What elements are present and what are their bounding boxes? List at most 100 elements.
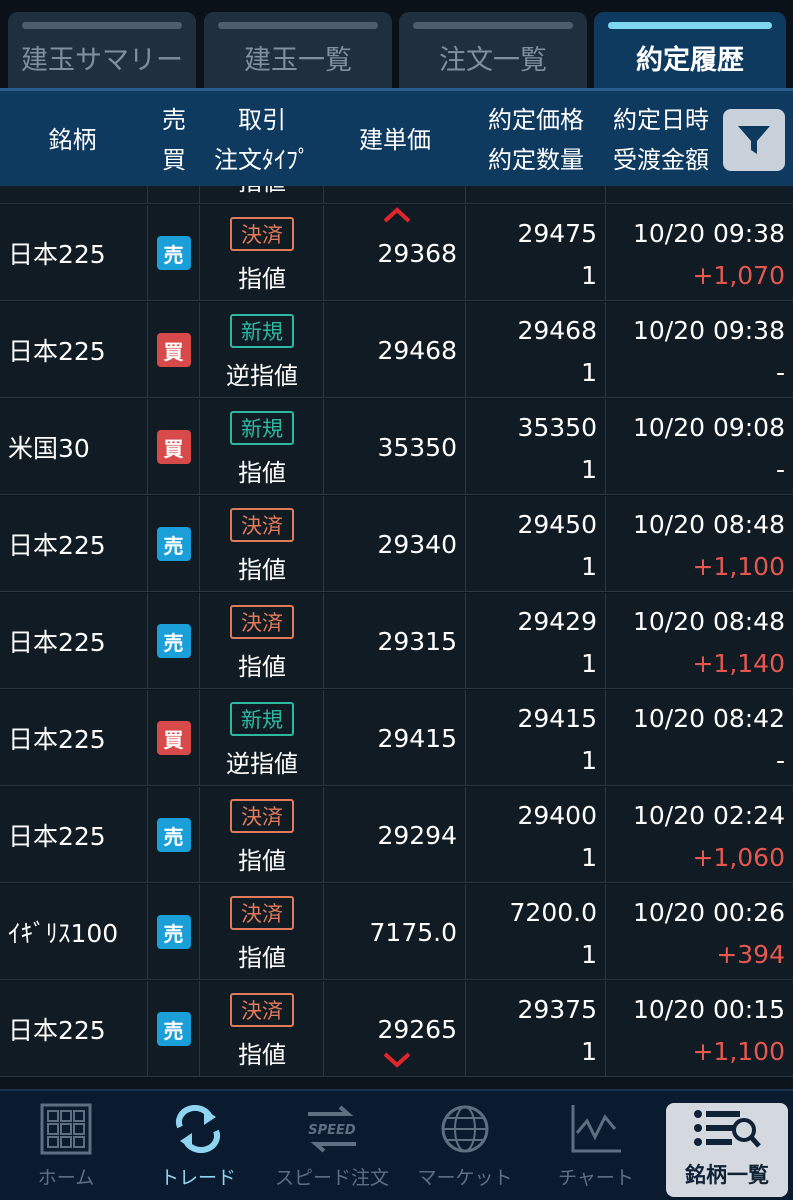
filter-button[interactable] bbox=[723, 109, 785, 171]
symbol-cell: 日本225 bbox=[0, 205, 148, 301]
nav-home[interactable]: ホーム bbox=[0, 1091, 132, 1200]
tab-grip bbox=[22, 22, 182, 29]
symbol-name: 米国30 bbox=[8, 434, 90, 463]
table-row[interactable]: 日本225 売決済 指値 29315 29429 1 10/20 08:48 +1,140 bbox=[0, 593, 793, 689]
side-cell: 売 bbox=[148, 205, 200, 301]
tab-grip bbox=[413, 22, 573, 29]
trade-kind-tag: 決済 bbox=[230, 508, 294, 542]
exec-qty: 1 bbox=[581, 455, 597, 484]
nav-chart[interactable]: チャート bbox=[530, 1091, 662, 1200]
nav-market[interactable]: マーケット bbox=[400, 1091, 530, 1200]
date-cell: 10/20 09:08 - bbox=[606, 399, 793, 495]
table-row[interactable]: ｲｷﾞﾘｽ100 売決済 指値 7175.0 7200.0 1 10/20 00:26 +39… bbox=[0, 884, 793, 980]
type-cell: 決済 指値 bbox=[200, 787, 324, 883]
type-cell: 決済 指値 bbox=[200, 593, 324, 689]
order-type: 逆指値 bbox=[226, 750, 298, 778]
side-badge: 売 bbox=[156, 1012, 191, 1046]
scroll-up-arrow-icon[interactable] bbox=[382, 206, 412, 224]
tab-label: 建玉一覧 bbox=[244, 44, 352, 76]
date-cell: 10/20 09:38 - bbox=[606, 302, 793, 398]
tab-label: 約定履歴 bbox=[636, 44, 744, 76]
exec-qty: 1 bbox=[581, 261, 597, 290]
header-symbol-label: 銘柄 bbox=[48, 126, 97, 154]
symbol-name: 日本225 bbox=[8, 822, 106, 851]
date-cell: 10/20 08:42 - bbox=[606, 690, 793, 786]
order-type: 指値 bbox=[200, 186, 324, 197]
type-cell: 新規 逆指値 bbox=[200, 302, 324, 398]
tab-position-summary[interactable]: 建玉サマリー bbox=[8, 12, 196, 88]
nav-symbol-list[interactable]: 銘柄一覧 bbox=[666, 1103, 788, 1197]
exec-datetime: 10/20 09:38 bbox=[632, 219, 785, 248]
symbol-cell: 日本225 bbox=[0, 787, 148, 883]
side-badge: 売 bbox=[156, 624, 191, 658]
exec-datetime: 10/20 00:15 bbox=[632, 995, 785, 1024]
side-badge: 買 bbox=[156, 430, 191, 464]
exec-qty: 1 bbox=[581, 940, 597, 969]
header-datetime: 約定日時 受渡金額 bbox=[606, 91, 716, 189]
nav-label: チャート bbox=[558, 1167, 634, 1189]
table-row[interactable]: 米国30 買新規 指値 35350 35350 1 10/20 09:08- bbox=[0, 399, 793, 495]
type-cell: 決済 指値 bbox=[200, 884, 324, 980]
scroll-down-arrow-icon[interactable] bbox=[382, 1051, 412, 1069]
symbol-cell bbox=[0, 186, 148, 204]
exec-cell: 29400 1 bbox=[466, 787, 606, 883]
tab-position-list[interactable]: 建玉一覧 bbox=[204, 12, 392, 88]
trade-cycle-icon bbox=[175, 1105, 221, 1153]
speed-order-icon: SPEED bbox=[308, 1105, 356, 1153]
order-type: 指値 bbox=[238, 459, 286, 487]
header-symbol: 銘柄 bbox=[0, 91, 145, 189]
settle-amount: - bbox=[775, 358, 785, 387]
type-cell: 決済 指値 bbox=[200, 981, 324, 1077]
exec-price: 7200.0 bbox=[509, 898, 597, 927]
market-globe-icon bbox=[441, 1105, 489, 1153]
table-row[interactable]: 日本225 買新規 逆指値 29415 29415 1 10/20 08:42- bbox=[0, 690, 793, 786]
entry-price-cell: 29468 bbox=[324, 302, 466, 398]
exec-price: 29415 bbox=[517, 704, 597, 733]
tab-order-list[interactable]: 注文一覧 bbox=[399, 12, 587, 88]
tab-label: 建玉サマリー bbox=[21, 44, 183, 76]
settle-amount: +1,100 bbox=[692, 1037, 785, 1066]
entry-price: 29415 bbox=[377, 723, 457, 753]
exec-cell: 29468 1 bbox=[466, 302, 606, 398]
svg-text:SPEED: SPEED bbox=[308, 1123, 356, 1138]
side-badge: 売 bbox=[156, 818, 191, 852]
settle-amount: +394 bbox=[716, 940, 785, 969]
table-row[interactable]: 日本225 売決済 指値 29340 29450 1 10/20 08:48 +1,100 bbox=[0, 496, 793, 592]
date-cell: 10/20 09:38 +1,070 bbox=[606, 205, 793, 301]
symbol-name: 日本225 bbox=[8, 1016, 106, 1045]
symbol-name: 日本225 bbox=[8, 531, 106, 560]
settle-amount: - bbox=[775, 455, 785, 484]
entry-price-cell: 35350 bbox=[324, 399, 466, 495]
exec-qty: 1 bbox=[581, 1037, 597, 1066]
exec-cell bbox=[466, 186, 606, 204]
header-side: 売買 bbox=[148, 91, 200, 189]
date-cell bbox=[606, 186, 793, 204]
exec-datetime: 10/20 09:08 bbox=[632, 413, 785, 442]
side-cell: 買 bbox=[148, 690, 200, 786]
symbol-cell: 日本225 bbox=[0, 690, 148, 786]
exec-price: 29429 bbox=[517, 607, 597, 636]
nav-label: スピード注文 bbox=[274, 1167, 389, 1189]
table-row[interactable]: 日本225 買新規 逆指値 29468 29468 1 10/20 09:38- bbox=[0, 302, 793, 398]
entry-price-cell: 7175.0 bbox=[324, 884, 466, 980]
nav-trade[interactable]: トレード bbox=[132, 1091, 264, 1200]
table-row[interactable]: 日本225 売決済 指値 29294 29400 1 10/20 02:24 +1,060 bbox=[0, 787, 793, 883]
table-row-partial: 指値 bbox=[0, 186, 793, 204]
tab-execution-history[interactable]: 約定履歴 bbox=[594, 12, 786, 88]
side-cell bbox=[148, 186, 200, 204]
symbol-name: 日本225 bbox=[8, 337, 106, 366]
exec-cell: 35350 1 bbox=[466, 399, 606, 495]
nav-speed-order[interactable]: SPEED スピード注文 bbox=[264, 1091, 400, 1200]
exec-qty: 1 bbox=[581, 649, 597, 678]
nav-label: 銘柄一覧 bbox=[685, 1163, 769, 1187]
execution-table: 指値 日本225売決済指値2936829475110/20 09:38+1,07… bbox=[0, 186, 793, 1089]
trade-kind-tag: 新規 bbox=[230, 314, 294, 348]
header-exec-price-label: 約定価格 bbox=[488, 106, 584, 134]
symbol-cell: 日本225 bbox=[0, 981, 148, 1077]
header-amount-label: 受渡金額 bbox=[613, 146, 709, 174]
exec-cell: 29475 1 bbox=[466, 205, 606, 301]
trade-kind-tag: 新規 bbox=[230, 702, 294, 736]
tab-label: 注文一覧 bbox=[439, 44, 547, 76]
type-cell: 指値 bbox=[200, 186, 324, 204]
exec-cell: 29429 1 bbox=[466, 593, 606, 689]
